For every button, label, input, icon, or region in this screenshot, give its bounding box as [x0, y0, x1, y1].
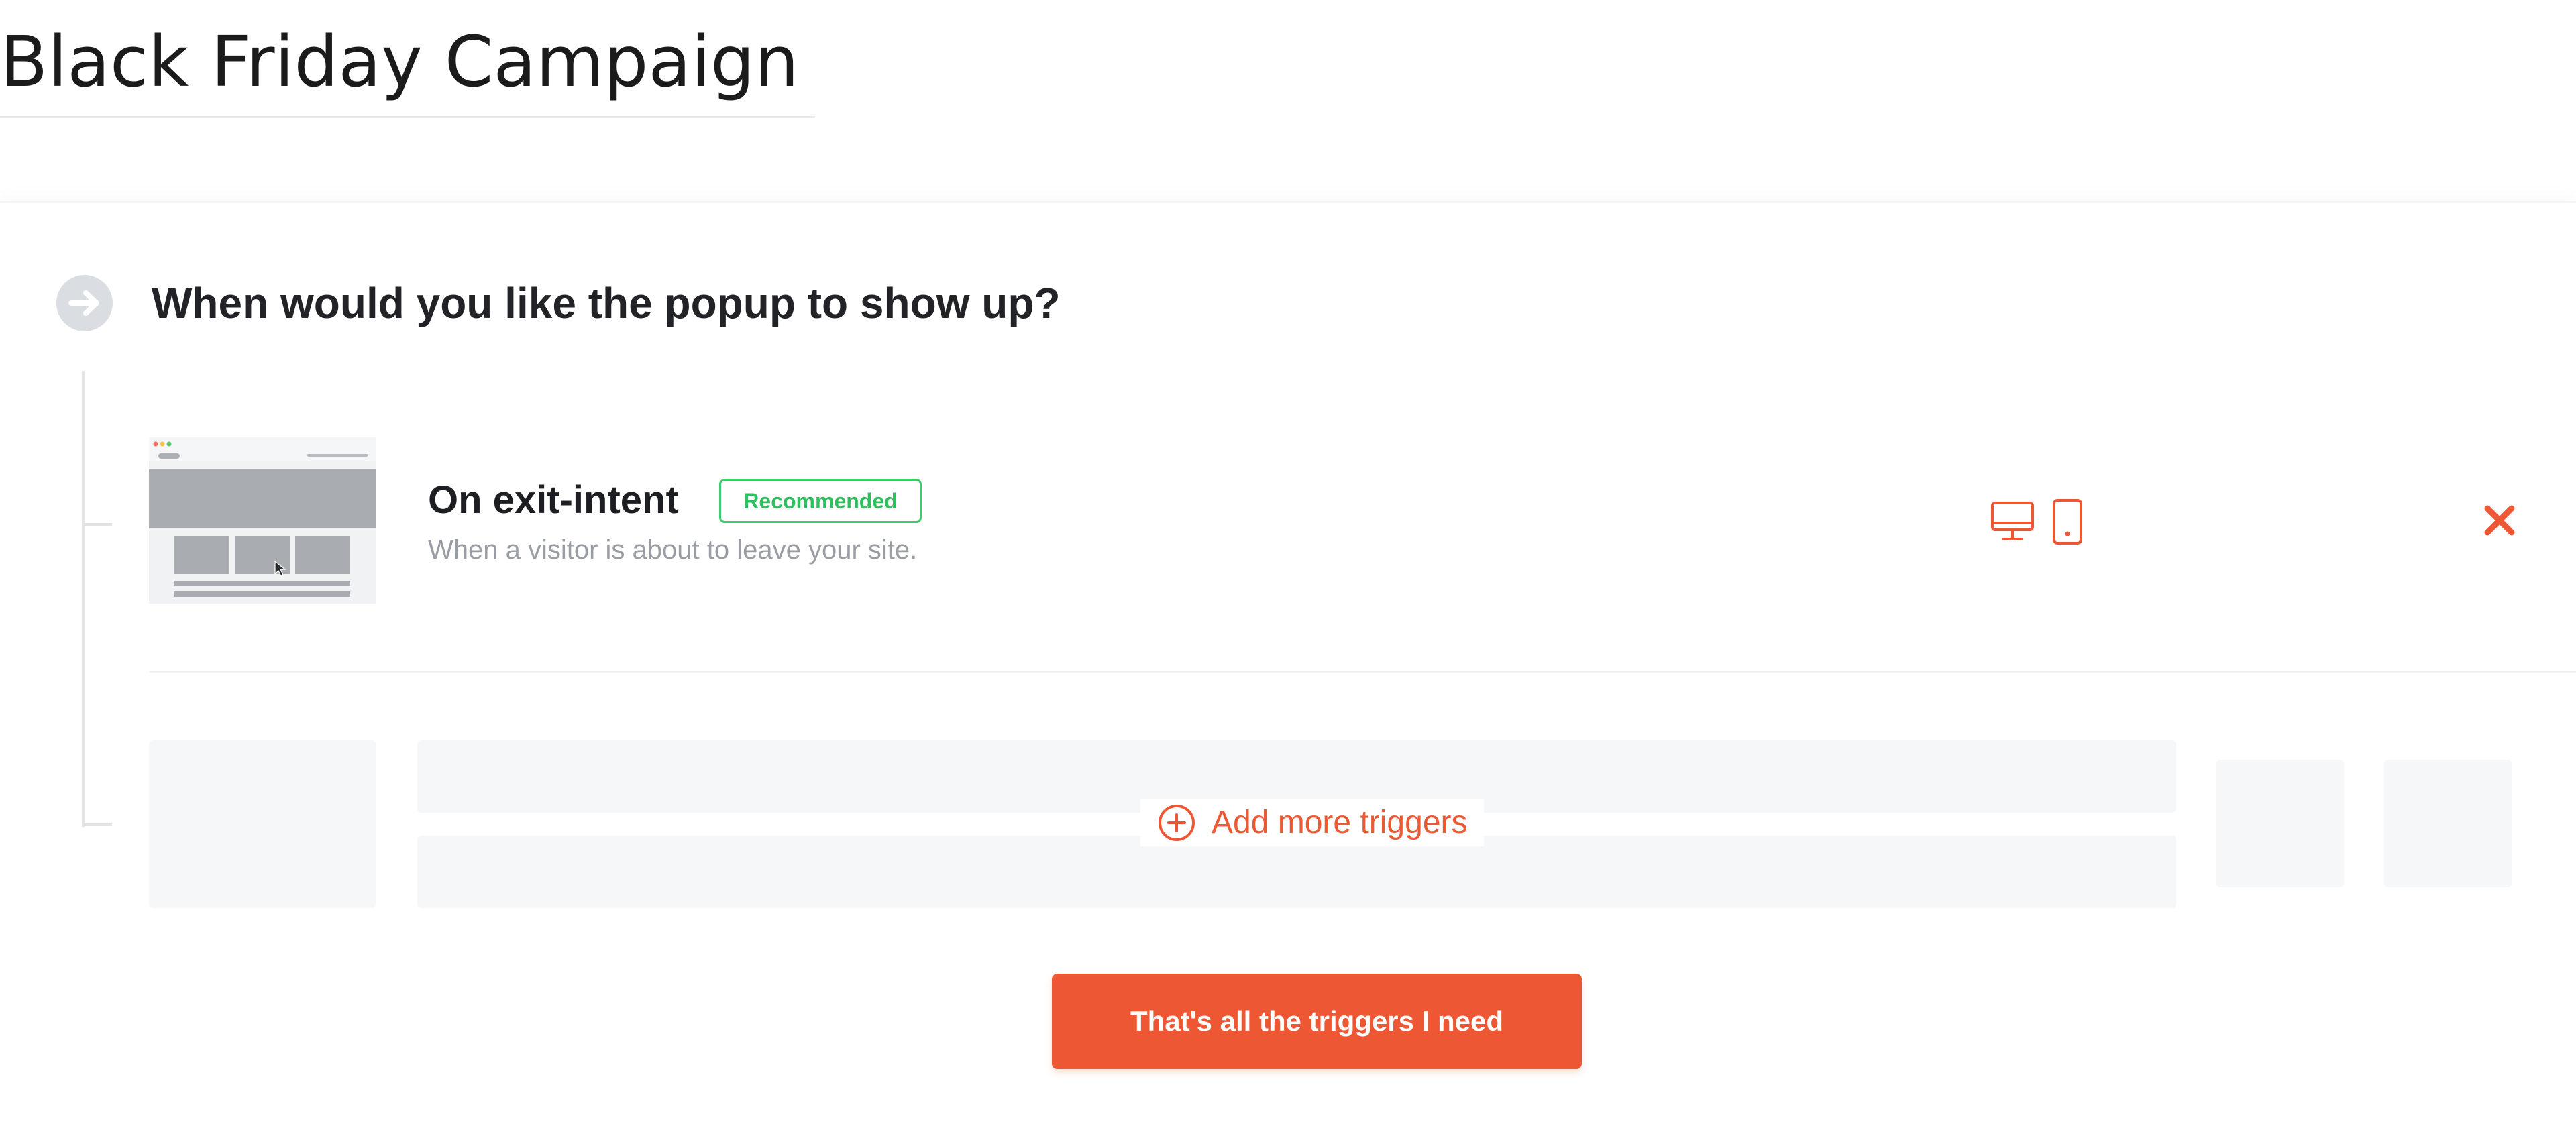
recommended-badge: Recommended [719, 479, 922, 523]
done-triggers-button[interactable]: That's all the triggers I need [1052, 974, 1582, 1069]
add-more-triggers-label: Add more triggers [1212, 805, 1468, 840]
tree-branch [82, 523, 112, 526]
campaign-title-field[interactable]: Black Friday Campaign [0, 12, 815, 118]
close-icon [2484, 505, 2515, 536]
desktop-icon[interactable] [1990, 499, 2035, 545]
campaign-editor-page: Black Friday Campaign When would you lik… [0, 0, 2576, 1140]
mobile-icon[interactable] [2050, 498, 2085, 546]
placeholder-thumbnail [149, 740, 376, 908]
add-more-triggers-button[interactable]: Add more triggers [1140, 799, 1484, 846]
trigger-title: On exit-intent [428, 478, 679, 522]
row-divider [149, 671, 2576, 673]
plus-circle-icon [1159, 805, 1195, 841]
placeholder-box [2384, 760, 2512, 887]
remove-trigger-button[interactable] [2481, 502, 2518, 539]
trigger-description: When a visitor is about to leave your si… [428, 535, 918, 565]
campaign-title: Black Friday Campaign [0, 21, 799, 103]
exit-intent-thumbnail [149, 437, 376, 604]
tree-branch [82, 823, 112, 826]
arrow-right-circle-icon [56, 275, 113, 331]
step-question: When would you like the popup to show up… [152, 279, 1061, 327]
placeholder-box [2216, 760, 2344, 887]
placeholder-bar [417, 836, 2176, 908]
tree-connector [82, 371, 85, 827]
